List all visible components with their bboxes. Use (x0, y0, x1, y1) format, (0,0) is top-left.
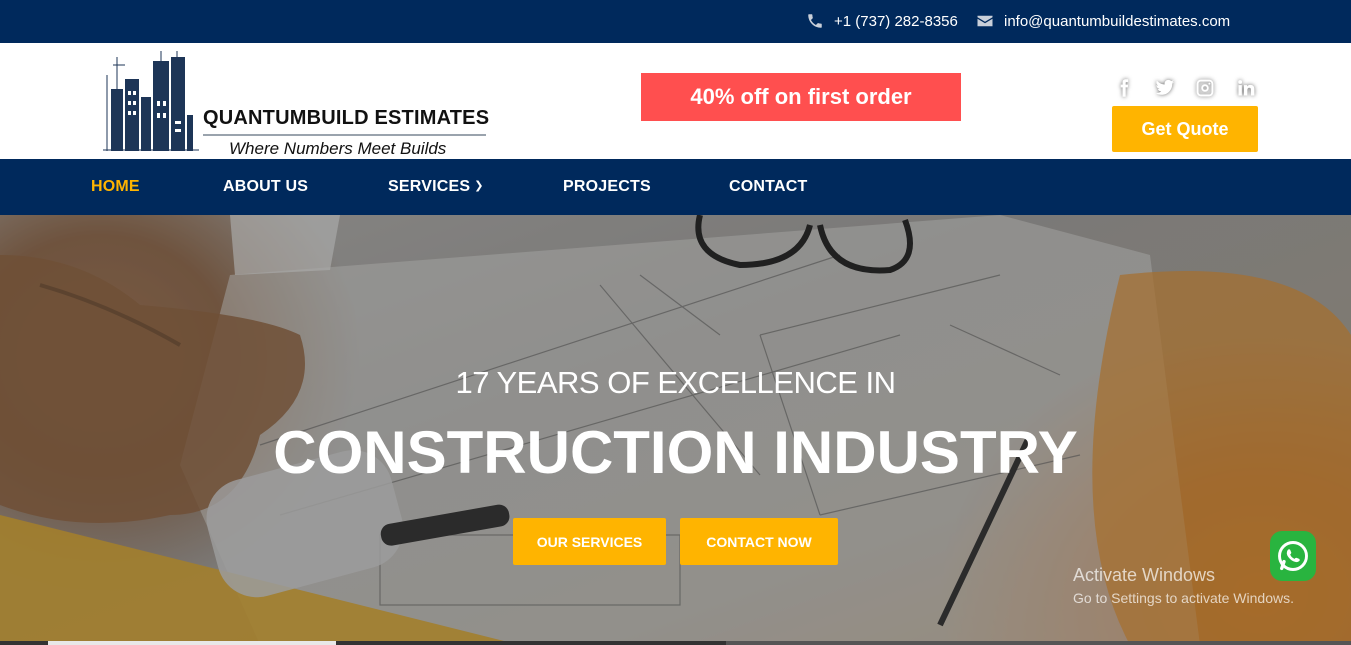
brand-name: QUANTUMBUILD ESTIMATES (203, 107, 490, 129)
brand-tagline: Where Numbers Meet Builds (229, 139, 447, 158)
nav-item-about-us[interactable]: ABOUT US (223, 178, 308, 196)
nav-item-projects[interactable]: PROJECTS (563, 178, 651, 196)
logo-divider (203, 134, 486, 136)
phone-icon (808, 14, 822, 28)
facebook-icon[interactable] (1112, 77, 1136, 99)
social-links (1112, 77, 1258, 99)
main-nav: HOME ABOUT US SERVICES ❯ PROJECTS CONTACT (0, 159, 1351, 215)
phone-contact[interactable]: +1 (737) 282-8356 (806, 12, 958, 30)
activate-windows-watermark: Activate Windows Go to Settings to activ… (1073, 565, 1294, 606)
hero-heading: CONSTRUCTION INDUSTRY (273, 419, 1078, 486)
activate-windows-title: Activate Windows (1073, 565, 1216, 585)
hero-subheading: 17 YEARS OF EXCELLENCE IN (455, 365, 896, 400)
get-quote-button[interactable]: Get Quote (1112, 106, 1258, 152)
instagram-icon[interactable] (1193, 77, 1217, 99)
bottom-divider (0, 641, 1351, 645)
our-services-button[interactable]: OUR SERVICES (513, 518, 666, 565)
twitter-icon[interactable] (1153, 77, 1177, 99)
linkedin-icon[interactable] (1234, 77, 1258, 99)
chevron-down-icon: ❯ (474, 180, 484, 192)
site-logo[interactable]: QUANTUMBUILD ESTIMATES Where Numbers Mee… (103, 51, 493, 158)
contact-now-button[interactable]: CONTACT NOW (680, 518, 838, 565)
bottom-divider-segment (726, 641, 1351, 645)
hero-section: 17 YEARS OF EXCELLENCE IN CONSTRUCTION I… (0, 215, 1351, 645)
nav-item-contact[interactable]: CONTACT (729, 178, 807, 196)
envelope-icon (977, 15, 993, 27)
nav-item-home[interactable]: HOME (91, 178, 140, 196)
bottom-divider-segment (48, 641, 336, 645)
nav-item-services[interactable]: SERVICES ❯ (388, 178, 484, 196)
activate-windows-subtitle: Go to Settings to activate Windows. (1073, 590, 1294, 606)
top-bar: +1 (737) 282-8356 info@quantumbuildestim… (0, 0, 1351, 43)
site-header: QUANTUMBUILD ESTIMATES Where Numbers Mee… (0, 43, 1351, 159)
phone-number[interactable]: +1 (737) 282-8356 (834, 13, 958, 30)
email-contact[interactable]: info@quantumbuildestimates.com (976, 12, 1230, 30)
promo-banner[interactable]: 40% off on first order (641, 73, 961, 121)
nav-item-services-label: SERVICES (388, 178, 471, 195)
building-logo-icon (103, 51, 199, 151)
email-address[interactable]: info@quantumbuildestimates.com (1004, 13, 1230, 30)
